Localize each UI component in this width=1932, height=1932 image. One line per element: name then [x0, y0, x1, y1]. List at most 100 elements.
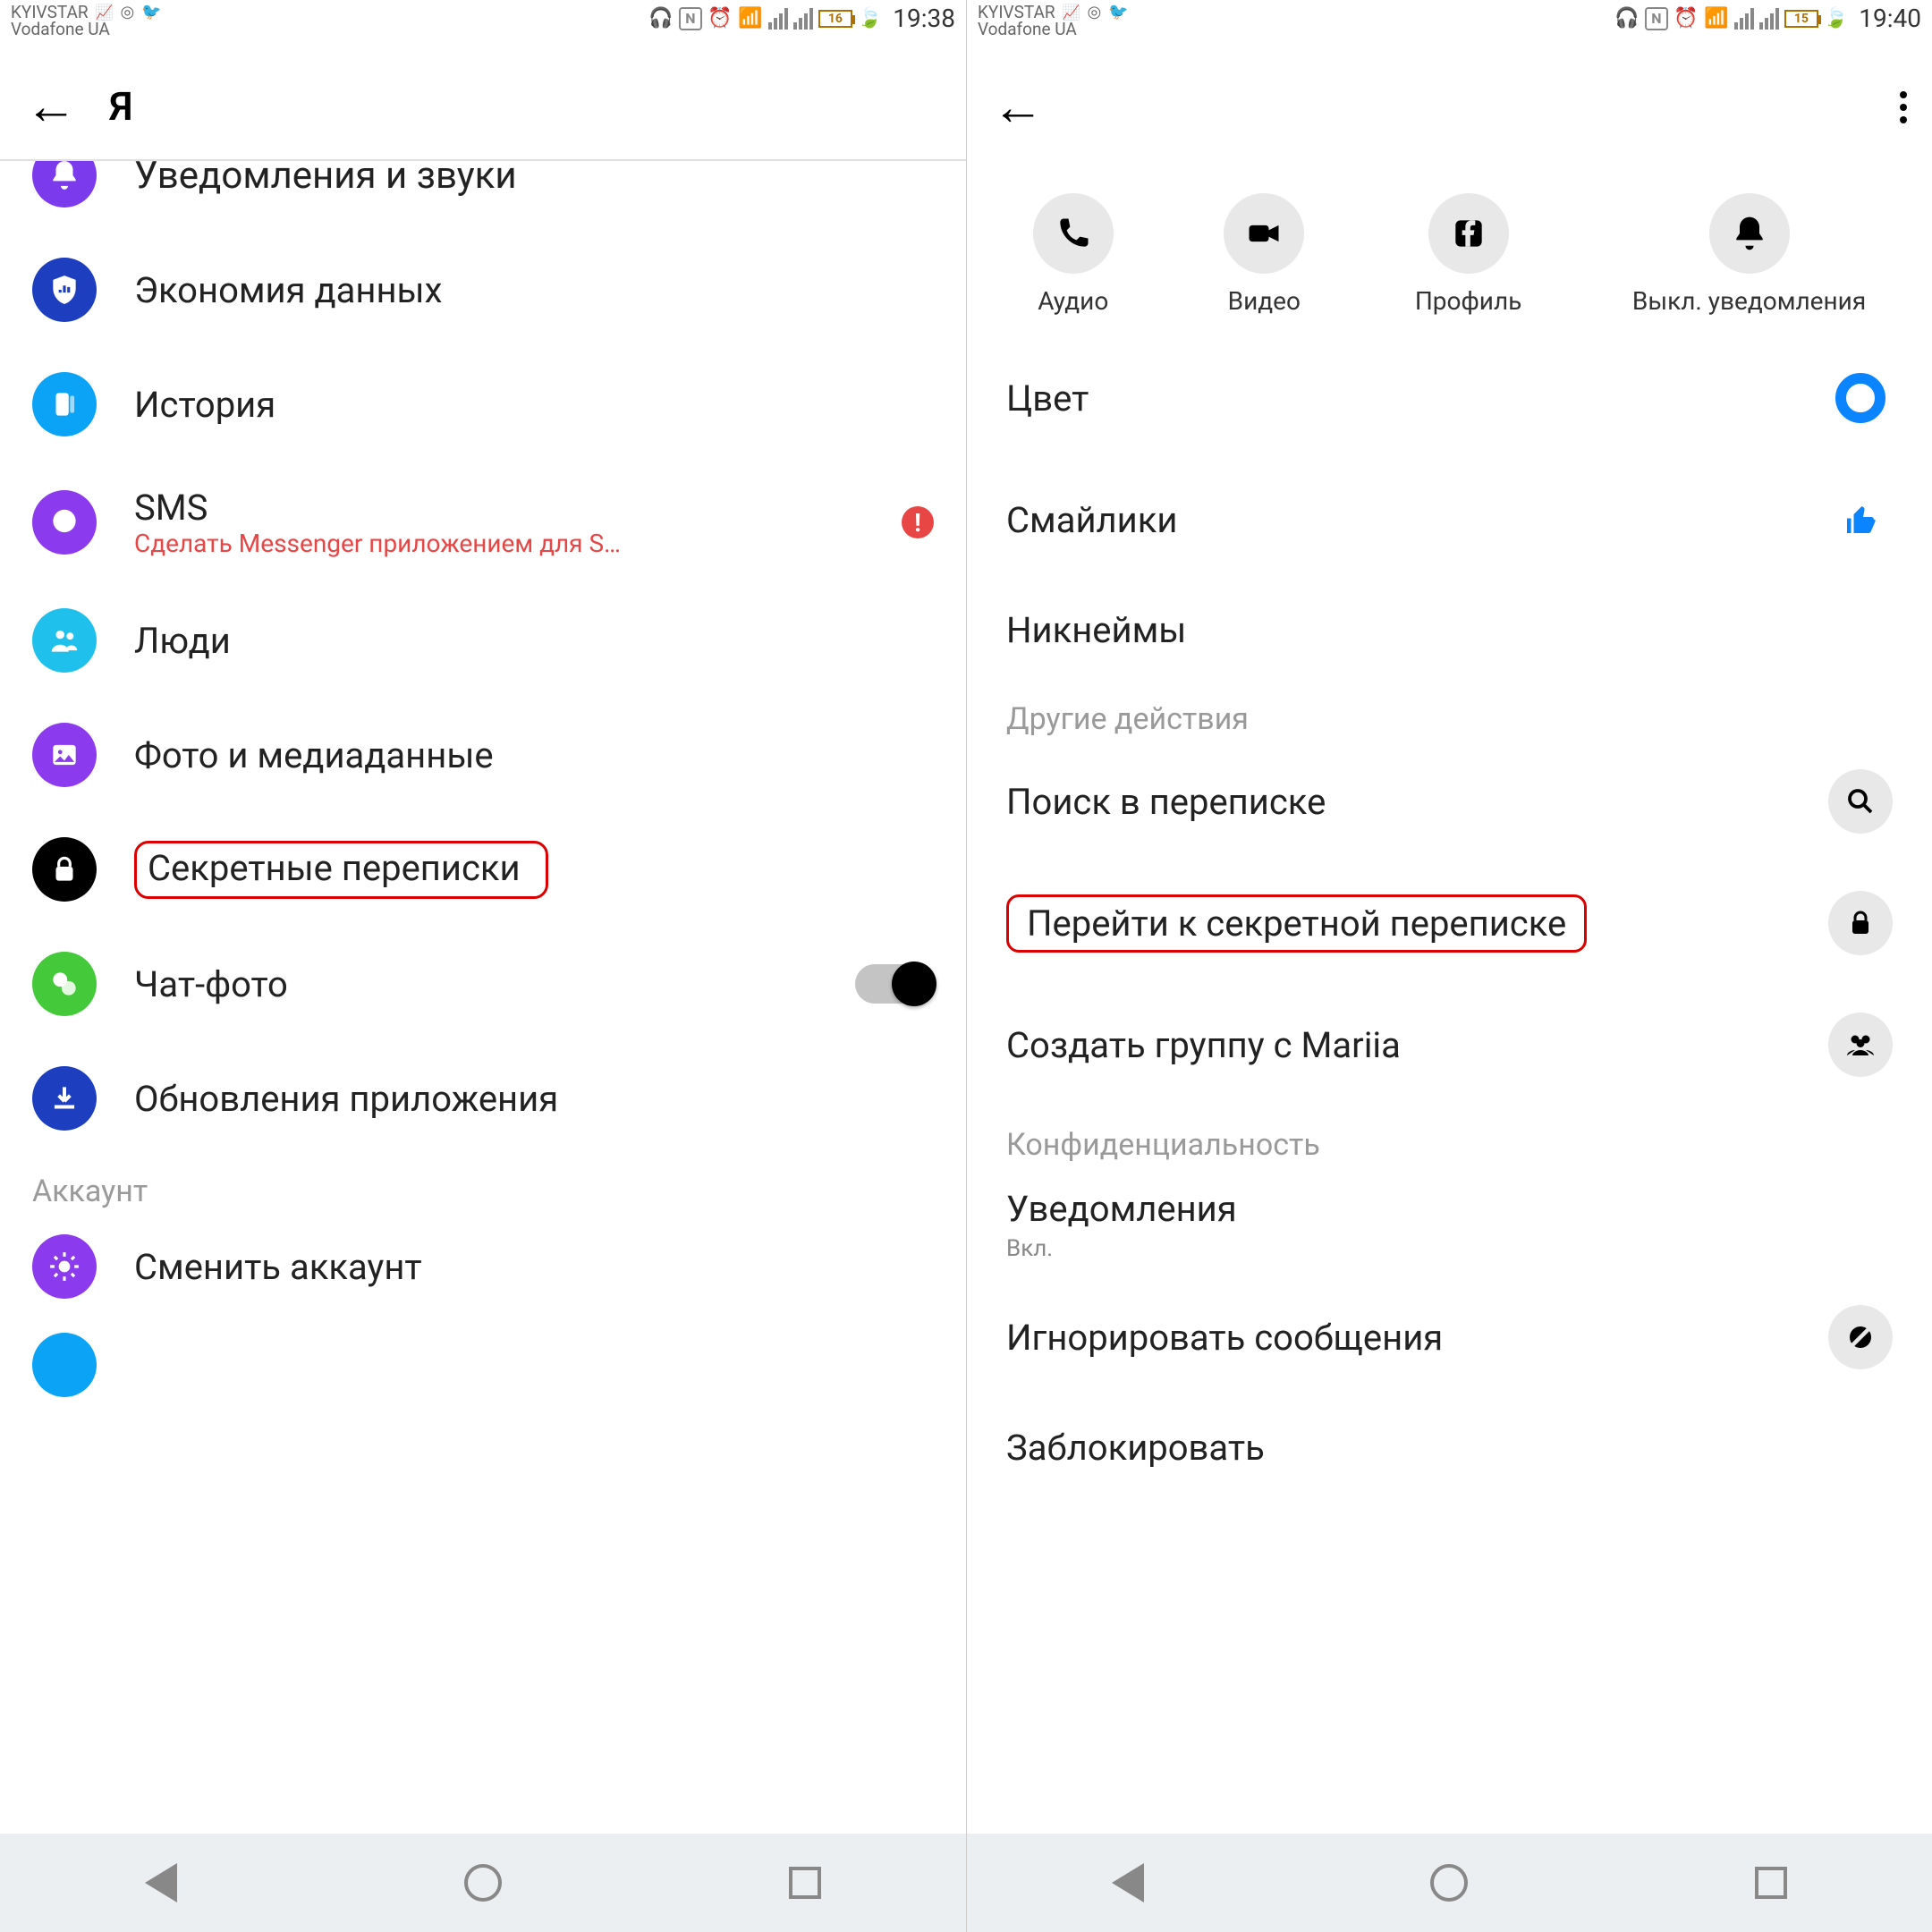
- heartbeat-icon: 📈: [96, 5, 114, 20]
- profile-content: Аудио Видео Профиль Выкл. уведомления Цв…: [967, 161, 1932, 1834]
- row-photomedia[interactable]: Фото и медиаданные: [0, 698, 966, 812]
- signal-1-icon: [768, 8, 788, 30]
- row-emoji[interactable]: Смайлики: [967, 459, 1932, 580]
- battery-icon: 16: [818, 10, 852, 28]
- action-audio[interactable]: Аудио: [1033, 193, 1114, 316]
- action-video[interactable]: Видео: [1224, 193, 1304, 316]
- row-label: Люди: [134, 620, 934, 662]
- row-secret[interactable]: Секретные переписки: [0, 812, 966, 927]
- row-label: Смайлики: [1006, 499, 1807, 541]
- chrome-icon: ◎: [1088, 4, 1102, 21]
- bell-icon: [32, 161, 97, 208]
- toggle-knob: [892, 962, 936, 1006]
- chatphoto-toggle[interactable]: [855, 964, 934, 1004]
- headphones-icon: 🎧: [648, 6, 674, 31]
- action-mute[interactable]: Выкл. уведомления: [1632, 193, 1866, 316]
- people-icon: [32, 608, 97, 673]
- switch-icon: [32, 1234, 97, 1299]
- video-icon: [1224, 193, 1304, 274]
- wifi-icon: 📶: [1704, 6, 1729, 31]
- carrier-2: Vodafone UA: [978, 21, 1129, 38]
- section-privacy: Конфиденциальность: [967, 1106, 1932, 1166]
- row-label: Игнорировать сообщения: [1006, 1317, 1807, 1359]
- row-label: Создать группу с Mariia: [1006, 1024, 1807, 1066]
- action-label: Выкл. уведомления: [1632, 286, 1866, 316]
- lock-icon: [32, 837, 97, 902]
- row-datasaver[interactable]: Экономия данных: [0, 233, 966, 347]
- leaf-icon: 🍃: [1824, 7, 1848, 30]
- action-label: Профиль: [1415, 286, 1522, 316]
- color-preview: [1828, 366, 1893, 430]
- row-notifications[interactable]: Уведомления и звуки: [0, 161, 966, 233]
- carrier-2: Vodafone UA: [11, 21, 162, 38]
- row-sublabel: Вкл.: [1006, 1235, 1053, 1262]
- emoji-preview: [1828, 487, 1893, 552]
- row-label: Секретные переписки: [148, 847, 521, 889]
- phone-icon: [1033, 193, 1114, 274]
- row-label: Цвет: [1006, 377, 1807, 419]
- row-label: Экономия данных: [134, 269, 934, 311]
- row-story[interactable]: История: [0, 347, 966, 462]
- app-header: ←: [967, 54, 1932, 161]
- back-arrow-icon[interactable]: ←: [992, 77, 1044, 138]
- row-block[interactable]: Заблокировать: [967, 1398, 1932, 1497]
- generic-icon: [32, 1333, 97, 1397]
- signal-2-icon: [793, 8, 813, 30]
- bubbles-icon: [32, 952, 97, 1016]
- row-search[interactable]: Поиск в переписке: [967, 741, 1932, 862]
- row-label: Перейти к секретной переписке: [1027, 902, 1566, 945]
- nav-back[interactable]: [140, 1861, 182, 1904]
- row-partial-bottom[interactable]: [0, 1324, 966, 1397]
- action-profile[interactable]: Профиль: [1415, 193, 1522, 316]
- nav-home[interactable]: [1428, 1861, 1470, 1904]
- search-icon: [1828, 769, 1893, 834]
- nav-bar: [967, 1834, 1932, 1932]
- signal-1-icon: [1734, 8, 1754, 30]
- row-nicknames[interactable]: Никнеймы: [967, 580, 1932, 680]
- status-right: 🎧 N ⏰ 📶 15 🍃 19:40: [1614, 4, 1921, 33]
- row-updates[interactable]: Обновления приложения: [0, 1041, 966, 1156]
- row-switch-account[interactable]: Сменить аккаунт: [0, 1209, 966, 1324]
- status-carriers: KYIVSTAR 📈 ◎ 🐦 Vodafone UA: [11, 4, 162, 38]
- row-chatphoto[interactable]: Чат-фото: [0, 927, 966, 1041]
- back-arrow-icon[interactable]: ←: [25, 76, 77, 137]
- action-label: Видео: [1228, 286, 1301, 316]
- row-label: Фото и медиаданные: [134, 734, 934, 776]
- alert-badge-icon: !: [902, 506, 934, 538]
- chat-icon: [32, 490, 97, 555]
- alarm-icon: ⏰: [708, 6, 733, 31]
- nav-back[interactable]: [1106, 1861, 1149, 1904]
- alarm-icon: ⏰: [1674, 6, 1699, 31]
- row-notifications[interactable]: Уведомления Вкл.: [967, 1166, 1932, 1276]
- story-icon: [32, 372, 97, 436]
- row-color[interactable]: Цвет: [967, 337, 1932, 459]
- more-menu[interactable]: [1900, 91, 1907, 123]
- header-title: Я: [109, 83, 133, 130]
- row-label: Сменить аккаунт: [134, 1246, 934, 1288]
- row-label: Заблокировать: [1006, 1427, 1893, 1469]
- row-people[interactable]: Люди: [0, 583, 966, 698]
- row-label: Поиск в переписке: [1006, 781, 1807, 823]
- download-icon: [32, 1066, 97, 1131]
- signal-2-icon: [1759, 8, 1779, 30]
- row-label: Обновления приложения: [134, 1078, 934, 1120]
- row-sms[interactable]: SMS Сделать Messenger приложением для S……: [0, 462, 966, 583]
- status-bar: KYIVSTAR 📈 ◎ 🐦 Vodafone UA 🎧 N ⏰ 📶 16 🍃 …: [0, 0, 966, 54]
- nav-home[interactable]: [462, 1861, 504, 1904]
- row-label: Никнеймы: [1006, 609, 1893, 651]
- leaf-icon: 🍃: [858, 7, 882, 30]
- nav-recent[interactable]: [1750, 1861, 1792, 1904]
- action-label: Аудио: [1038, 286, 1108, 316]
- row-label: История: [134, 384, 934, 426]
- row-secret[interactable]: Перейти к секретной переписке: [967, 862, 1932, 984]
- section-other: Другие действия: [967, 680, 1932, 741]
- nav-recent[interactable]: [784, 1861, 826, 1904]
- row-label: Уведомления: [1006, 1188, 1237, 1230]
- image-icon: [32, 723, 97, 787]
- ignore-icon: [1828, 1305, 1893, 1369]
- row-group[interactable]: Создать группу с Mariia: [967, 984, 1932, 1106]
- nav-bar: [0, 1834, 966, 1932]
- action-row: Аудио Видео Профиль Выкл. уведомления: [967, 161, 1932, 337]
- row-ignore[interactable]: Игнорировать сообщения: [967, 1276, 1932, 1398]
- facebook-icon: [1428, 193, 1509, 274]
